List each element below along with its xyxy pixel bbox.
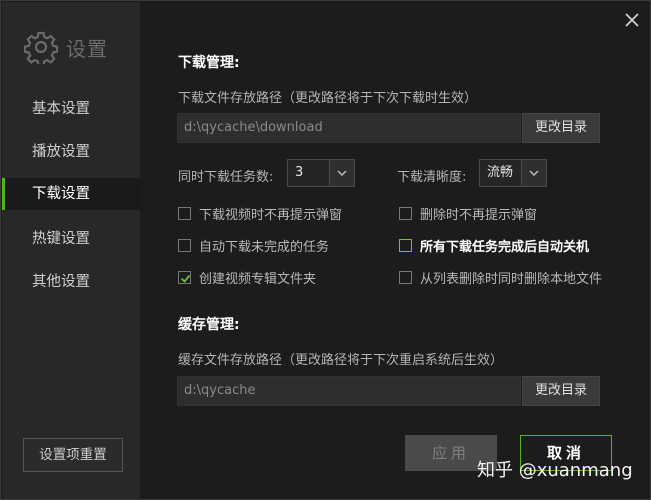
page-title: 设置 [66, 36, 108, 61]
reset-settings-button[interactable]: 设置项重置 [23, 438, 123, 472]
concurrent-tasks-value: 3 [295, 165, 304, 180]
quality-label: 下载清晰度: [397, 170, 467, 185]
option-create-album-folder[interactable]: 创建视频专辑文件夹 [178, 268, 316, 287]
option-label: 删除时不再提示弹窗 [420, 208, 538, 223]
quality-select[interactable]: 流畅 [479, 159, 547, 187]
checkbox-checked[interactable] [178, 271, 191, 284]
concurrent-tasks-select[interactable]: 3 [287, 159, 355, 187]
option-auto-shutdown[interactable]: 所有下载任务完成后自动关机 [399, 236, 589, 255]
download-section-title: 下载管理: [178, 55, 240, 71]
cache-section-title: 缓存管理: [178, 317, 240, 333]
sidebar-item-hotkeys[interactable]: 热键设置 [2, 223, 140, 255]
download-change-dir-button[interactable]: 更改目录 [522, 113, 600, 143]
cache-path-label: 缓存文件存放路径（更改路径将于下次重启系统后生效） [178, 353, 504, 368]
sidebar: 设置 基本设置 播放设置 下载设置 热键设置 其他设置 设置项重置 [2, 2, 140, 499]
checkbox[interactable] [399, 239, 412, 252]
checkmark-icon [180, 274, 191, 283]
option-label: 从列表删除时同时删除本地文件 [420, 272, 603, 287]
sidebar-header: 设置 [24, 30, 108, 64]
option-label: 自动下载未完成的任务 [199, 240, 330, 255]
checkbox[interactable] [399, 271, 412, 284]
quality-value: 流畅 [487, 165, 514, 180]
sidebar-item-basic[interactable]: 基本设置 [2, 93, 140, 125]
watermark: 知乎 @xuanmang [477, 460, 633, 481]
checkbox[interactable] [178, 239, 191, 252]
download-path-label: 下载文件存放路径（更改路径将于下次下载时生效） [178, 91, 478, 106]
close-icon[interactable] [621, 9, 643, 31]
option-auto-resume[interactable]: 自动下载未完成的任务 [178, 236, 329, 255]
gear-icon [24, 31, 58, 64]
sidebar-item-playback[interactable]: 播放设置 [2, 136, 140, 168]
checkbox[interactable] [399, 207, 412, 220]
option-no-popup-delete[interactable]: 删除时不再提示弹窗 [399, 204, 537, 223]
option-delete-local-files[interactable]: 从列表删除时同时删除本地文件 [399, 268, 602, 287]
option-label: 下载视频时不再提示弹窗 [199, 208, 343, 223]
cache-change-dir-button[interactable]: 更改目录 [522, 376, 600, 406]
concurrent-tasks-label: 同时下载任务数: [178, 170, 274, 185]
cache-path-input[interactable]: d:\qycache [177, 376, 521, 406]
option-no-popup-download[interactable]: 下载视频时不再提示弹窗 [178, 204, 342, 223]
chevron-down-icon [329, 160, 354, 186]
download-path-input[interactable]: d:\qycache\download [177, 113, 521, 143]
chevron-down-icon [521, 160, 546, 186]
sidebar-item-download[interactable]: 下载设置 [2, 178, 140, 210]
settings-window: 设置 基本设置 播放设置 下载设置 热键设置 其他设置 设置项重置 下载管理: … [0, 0, 651, 500]
option-label: 所有下载任务完成后自动关机 [420, 240, 590, 255]
sidebar-item-other[interactable]: 其他设置 [2, 266, 140, 298]
checkbox[interactable] [178, 207, 191, 220]
option-label: 创建视频专辑文件夹 [199, 272, 317, 287]
